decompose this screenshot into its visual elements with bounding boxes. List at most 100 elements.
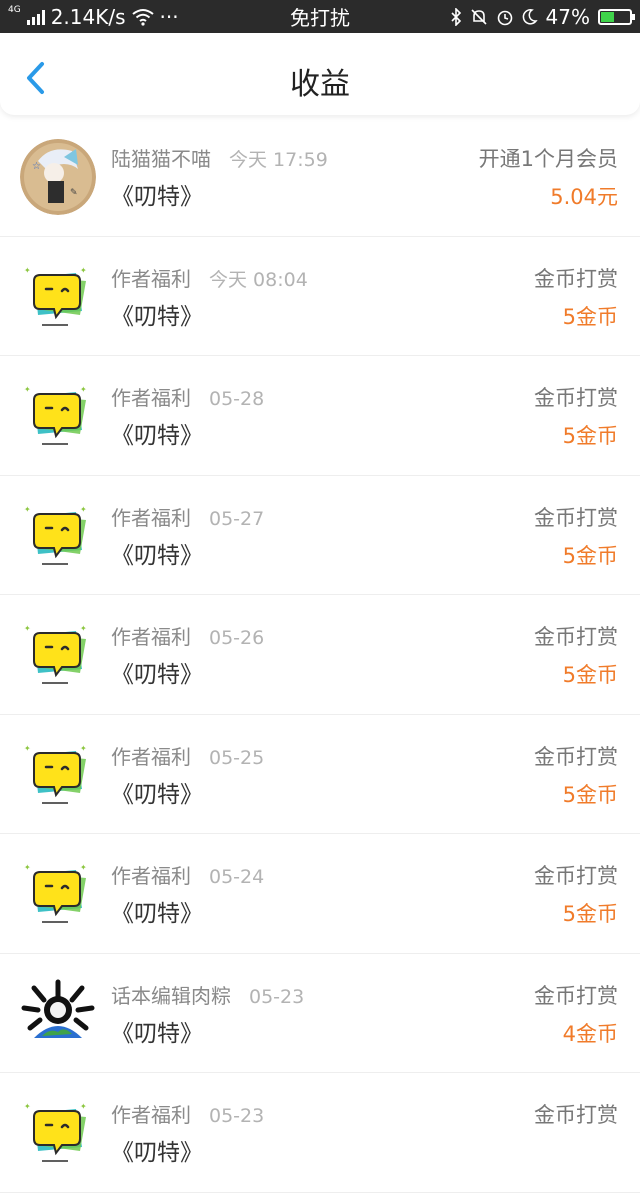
sender-name-text: 作者福利 (111, 386, 191, 410)
earning-amount: 5金币 (562, 424, 618, 448)
sender-name: 作者福利 05-26 (111, 621, 264, 650)
sender-name: 作者福利 今天 08:04 (111, 263, 308, 292)
book-title: 《叨特》 (111, 542, 203, 569)
sender-name: 话本编辑肉粽 05-23 (111, 980, 304, 1009)
timestamp: 05-28 (209, 388, 265, 410)
list-item[interactable]: ☆ ✎ 陆猫猫不喵 今天 17:59 《叨特》 开通1个月会员 5.04元 (0, 117, 640, 237)
book-title: 《叨特》 (111, 1020, 203, 1047)
sender-name: 作者福利 05-23 (111, 1099, 264, 1128)
network-type: 4G (8, 5, 21, 15)
battery-fill (601, 11, 615, 22)
alarm-icon (497, 10, 512, 25)
earning-type: 金币打赏 (534, 266, 618, 291)
bell-mute-icon (470, 8, 487, 25)
list-item[interactable]: ✦ ✦ 作者福利 05-27 《叨特》 金币打赏 5金币 (0, 476, 640, 595)
bluetooth-icon (450, 7, 461, 26)
book-title: 《叨特》 (111, 423, 203, 449)
book-title: 《叨特》 (111, 781, 203, 808)
avatar: ✦ ✦ (20, 259, 96, 335)
page-title: 收益 (290, 67, 350, 102)
earning-type: 金币打赏 (534, 864, 618, 888)
battery-icon (598, 8, 635, 25)
sender-name: 陆猫猫不喵 今天 17:59 (111, 143, 328, 172)
svg-text:✦: ✦ (24, 505, 31, 514)
list-item[interactable]: ✦ ✦ 作者福利 05-28 《叨特》 金币打赏 5金币 (0, 356, 640, 476)
book-title: 《叨特》 (111, 901, 203, 927)
svg-text:✦: ✦ (80, 1102, 87, 1111)
wifi-icon (131, 8, 154, 26)
moon-icon (522, 8, 538, 25)
timestamp: 今天 17:59 (229, 149, 328, 171)
earning-amount: 5金币 (562, 663, 618, 687)
earning-amount: 5金币 (562, 543, 618, 568)
list-item[interactable]: ✦ ✦ 作者福利 05-25 《叨特》 金币打赏 5金币 (0, 715, 640, 834)
svg-text:✦: ✦ (24, 744, 31, 753)
earning-type: 金币打赏 (534, 505, 618, 530)
sender-name-text: 陆猫猫不喵 (111, 147, 211, 171)
svg-text:✦: ✦ (80, 505, 87, 514)
earning-amount: 4金币 (562, 1021, 618, 1046)
timestamp: 05-25 (209, 746, 265, 769)
svg-text:✦: ✦ (24, 863, 31, 872)
timestamp: 今天 08:04 (209, 268, 308, 291)
status-right: 47% (412, 4, 635, 29)
svg-text:✦: ✦ (80, 266, 87, 275)
svg-text:☆: ☆ (32, 161, 41, 172)
book-title: 《叨特》 (111, 662, 203, 688)
avatar: ✦ ✦ (20, 617, 96, 693)
battery-percent: 47% (545, 4, 590, 29)
sender-name-text: 话本编辑肉粽 (111, 983, 231, 1008)
svg-text:✦: ✦ (80, 744, 87, 753)
earning-amount: 5金币 (562, 782, 618, 807)
timestamp: 05-27 (209, 507, 265, 530)
book-title: 《叨特》 (111, 184, 203, 210)
earning-type: 金币打赏 (534, 386, 618, 410)
sender-name-text: 作者福利 (111, 625, 191, 649)
earning-amount: 5金币 (562, 304, 618, 329)
avatar: ✦ ✦ (20, 378, 96, 454)
list-item[interactable]: ✦ ✦ 作者福利 今天 08:04 《叨特》 金币打赏 5金币 (0, 237, 640, 356)
earning-type: 金币打赏 (534, 1103, 618, 1127)
svg-text:✦: ✦ (80, 385, 87, 394)
book-title: 《叨特》 (111, 303, 203, 330)
timestamp: 05-23 (209, 1105, 265, 1127)
earning-amount: 5.04元 (550, 185, 618, 209)
earning-type: 金币打赏 (534, 744, 618, 769)
do-not-disturb-label: 免打扰 (290, 6, 350, 30)
more-dots-icon: ··· (159, 4, 179, 29)
list-item[interactable]: ✦ ✦ 作者福利 05-24 《叨特》 金币打赏 5金币 (0, 834, 640, 954)
avatar: ✦ ✦ (20, 737, 96, 813)
sender-name: 作者福利 05-24 (111, 860, 264, 889)
svg-text:✦: ✦ (80, 624, 87, 633)
avatar: ✦ ✦ (20, 498, 96, 574)
nav-bar: 收益 (0, 33, 640, 115)
timestamp: 05-24 (209, 866, 265, 888)
earning-type: 金币打赏 (534, 983, 618, 1008)
sender-name: 作者福利 05-25 (111, 741, 264, 770)
avatar: ✦ ✦ (20, 1095, 96, 1171)
earning-type: 开通1个月会员 (478, 147, 618, 171)
sender-name: 作者福利 05-28 (111, 382, 264, 411)
earnings-list: ☆ ✎ 陆猫猫不喵 今天 17:59 《叨特》 开通1个月会员 5.04元 ✦ ✦… (0, 117, 640, 1193)
svg-text:✦: ✦ (80, 863, 87, 872)
avatar: ☆ ✎ (20, 139, 96, 215)
timestamp: 05-26 (209, 627, 265, 649)
sender-name: 作者福利 05-27 (111, 502, 264, 531)
svg-text:✦: ✦ (24, 624, 31, 633)
list-item[interactable]: ✦ ✦ 作者福利 05-26 《叨特》 金币打赏 5金币 (0, 595, 640, 715)
book-title: 《叨特》 (111, 1140, 203, 1166)
sender-name-text: 作者福利 (111, 744, 191, 769)
earning-type: 金币打赏 (534, 625, 618, 649)
avatar: ✦ ✦ (20, 856, 96, 932)
list-item[interactable]: ✦ ✦ 作者福利 05-23 《叨特》 金币打赏 (0, 1073, 640, 1193)
sender-name-text: 作者福利 (111, 266, 191, 291)
earning-amount: 5金币 (562, 902, 618, 926)
timestamp: 05-23 (249, 985, 305, 1008)
avatar (20, 976, 96, 1052)
sender-name-text: 作者福利 (111, 864, 191, 888)
svg-text:✦: ✦ (24, 385, 31, 394)
sender-name-text: 作者福利 (111, 505, 191, 530)
list-item[interactable]: 话本编辑肉粽 05-23 《叨特》 金币打赏 4金币 (0, 954, 640, 1073)
svg-text:✎: ✎ (70, 188, 78, 198)
svg-text:✦: ✦ (24, 266, 31, 275)
